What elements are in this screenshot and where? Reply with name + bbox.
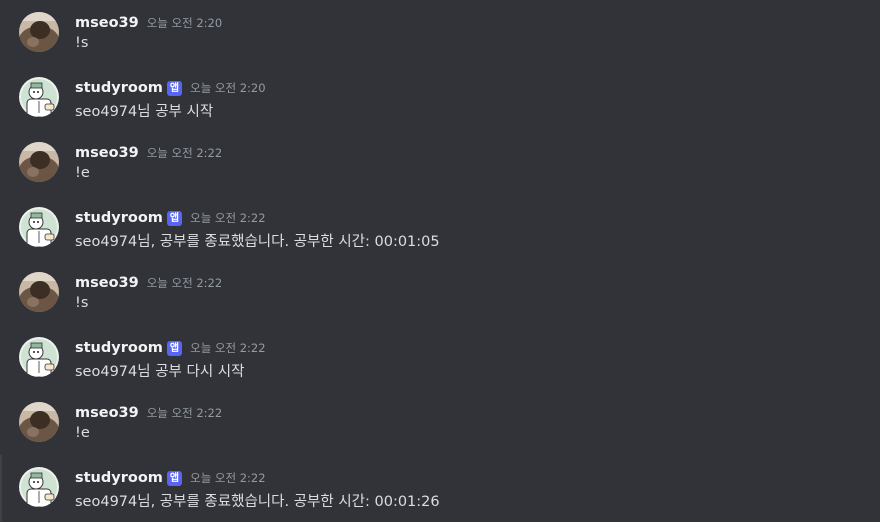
timestamp: 오늘 오전 2:22 [190, 211, 266, 225]
chat-message: mseo39 오늘 오전 2:20 !s [0, 12, 880, 72]
chat-message: studyroom 앱 오늘 오전 2:20 seo4974님 공부 시작 [0, 77, 880, 137]
app-badge: 앱 [166, 340, 183, 356]
app-badge: 앱 [166, 80, 183, 96]
message-content: !e [75, 165, 90, 181]
username[interactable]: mseo39 [75, 405, 139, 421]
chat-message: mseo39 오늘 오전 2:22 !e [0, 402, 880, 462]
message-header: studyroom 앱 오늘 오전 2:20 [75, 77, 266, 99]
user-avatar[interactable] [19, 272, 59, 312]
bot-cartoon-avatar-icon [19, 207, 59, 247]
bot-avatar[interactable] [19, 467, 59, 507]
timestamp: 오늘 오전 2:22 [146, 276, 223, 290]
user-photo-avatar-icon [19, 142, 59, 182]
message-header: mseo39 오늘 오전 2:22 [75, 142, 222, 164]
timestamp: 오늘 오전 2:22 [190, 471, 266, 485]
username[interactable]: studyroom [75, 470, 163, 486]
bot-avatar[interactable] [19, 207, 59, 247]
message-header: mseo39 오늘 오전 2:22 [75, 402, 222, 424]
bot-avatar[interactable] [19, 337, 59, 377]
chat-message: mseo39 오늘 오전 2:22 !e [0, 142, 880, 202]
message-content: !s [75, 295, 89, 311]
username[interactable]: studyroom [75, 340, 163, 356]
username[interactable]: mseo39 [75, 15, 139, 31]
username[interactable]: mseo39 [75, 145, 139, 161]
user-photo-avatar-icon [19, 12, 59, 52]
timestamp: 오늘 오전 2:20 [190, 81, 266, 95]
app-badge: 앱 [166, 470, 183, 486]
bot-cartoon-avatar-icon [19, 467, 59, 507]
bot-cartoon-avatar-icon [19, 337, 59, 377]
message-content: seo4974님 공부 다시 시작 [75, 364, 245, 380]
timestamp: 오늘 오전 2:22 [146, 146, 223, 160]
user-photo-avatar-icon [19, 402, 59, 442]
chat-message: mseo39 오늘 오전 2:22 !s [0, 272, 880, 332]
bot-avatar[interactable] [19, 77, 59, 117]
user-photo-avatar-icon [19, 272, 59, 312]
message-content: !s [75, 35, 89, 51]
user-avatar[interactable] [19, 12, 59, 52]
message-content: seo4974님 공부 시작 [75, 104, 214, 120]
user-avatar[interactable] [19, 402, 59, 442]
username[interactable]: studyroom [75, 80, 163, 96]
timestamp: 오늘 오전 2:20 [146, 16, 223, 30]
message-header: studyroom 앱 오늘 오전 2:22 [75, 467, 266, 489]
message-header: studyroom 앱 오늘 오전 2:22 [75, 207, 266, 229]
timestamp: 오늘 오전 2:22 [146, 406, 223, 420]
message-content: !e [75, 425, 90, 441]
message-header: mseo39 오늘 오전 2:20 [75, 12, 222, 34]
username[interactable]: mseo39 [75, 275, 139, 291]
username[interactable]: studyroom [75, 210, 163, 226]
chat-message-list: mseo39 오늘 오전 2:20 !s studyroom 앱 오늘 오전 2… [0, 0, 880, 522]
user-avatar[interactable] [19, 142, 59, 182]
message-header: studyroom 앱 오늘 오전 2:22 [75, 337, 266, 359]
message-content: seo4974님, 공부를 종료했습니다. 공부한 시간: 00:01:26 [75, 494, 440, 510]
chat-message: studyroom 앱 오늘 오전 2:22 seo4974님, 공부를 종료했… [0, 467, 880, 522]
timestamp: 오늘 오전 2:22 [190, 341, 266, 355]
message-content: seo4974님, 공부를 종료했습니다. 공부한 시간: 00:01:05 [75, 234, 440, 250]
bot-cartoon-avatar-icon [19, 77, 59, 117]
message-header: mseo39 오늘 오전 2:22 [75, 272, 222, 294]
app-badge: 앱 [166, 210, 183, 226]
chat-message: studyroom 앱 오늘 오전 2:22 seo4974님, 공부를 종료했… [0, 207, 880, 267]
chat-message: studyroom 앱 오늘 오전 2:22 seo4974님 공부 다시 시작 [0, 337, 880, 397]
